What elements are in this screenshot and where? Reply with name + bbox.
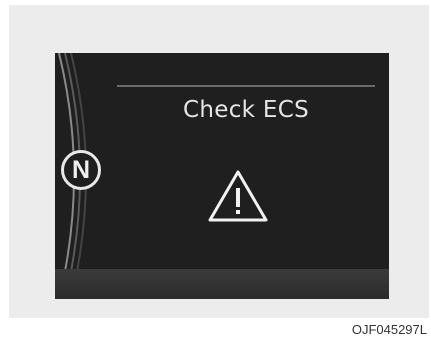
bottom-status-bar bbox=[55, 269, 389, 299]
gear-letter: N bbox=[71, 155, 91, 184]
gear-indicator: N bbox=[61, 150, 101, 190]
warning-triangle-icon bbox=[208, 170, 268, 222]
cluster-display: Check ECS N bbox=[55, 53, 389, 299]
top-divider-line bbox=[117, 85, 375, 87]
figure-code: OJF045297L bbox=[351, 322, 427, 337]
warning-message: Check ECS bbox=[183, 97, 309, 123]
